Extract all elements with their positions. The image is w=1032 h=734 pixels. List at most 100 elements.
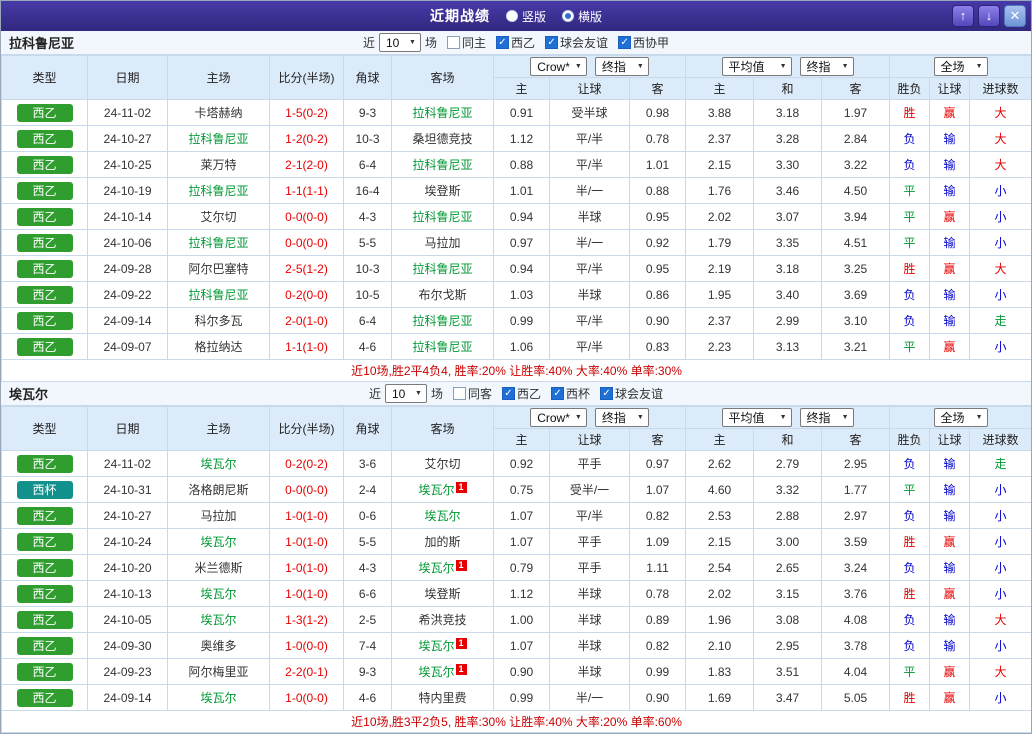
league-badge[interactable]: 西乙	[16, 558, 73, 577]
home-team-link[interactable]: 拉科鲁尼亚	[167, 125, 270, 152]
home-team-link[interactable]: 洛格朗尼斯	[167, 476, 270, 503]
close-icon[interactable]: ✕	[1004, 5, 1026, 27]
filter-copa-del-rey[interactable]: ✓ 西杯	[551, 385, 590, 402]
match-count-select[interactable]: 10 ▼	[378, 33, 421, 52]
away-team-link[interactable]: 希洪竞技	[391, 606, 494, 633]
layout-radio-horizontal[interactable]: 横版	[562, 8, 602, 25]
league-badge[interactable]: 西乙	[16, 181, 73, 200]
away-team-link[interactable]: 拉科鲁尼亚	[391, 333, 494, 360]
league-badge[interactable]: 西乙	[16, 454, 73, 473]
away-team-link[interactable]: 拉科鲁尼亚	[391, 255, 494, 282]
avg-stage-select[interactable]: 终指 ▼	[799, 57, 854, 76]
away-team-link[interactable]: 拉科鲁尼亚	[391, 307, 494, 334]
fulltime-select[interactable]: 全场 ▼	[933, 57, 988, 76]
league-badge[interactable]: 西乙	[16, 129, 73, 148]
home-team-link[interactable]: 卡塔赫纳	[167, 99, 270, 126]
home-team-link[interactable]: 米兰德斯	[167, 554, 270, 581]
col-corner: 角球	[343, 406, 392, 451]
radio-icon	[505, 10, 518, 22]
home-team-link[interactable]: 拉科鲁尼亚	[167, 229, 270, 256]
league-badge[interactable]: 西乙	[16, 103, 73, 122]
home-team-link[interactable]: 埃瓦尔	[167, 684, 270, 711]
home-team-link[interactable]: 埃瓦尔	[167, 450, 270, 477]
home-team-link[interactable]: 科尔多瓦	[167, 307, 270, 334]
home-team-link[interactable]: 拉科鲁尼亚	[167, 177, 270, 204]
away-team-link[interactable]: 加的斯	[391, 528, 494, 555]
avg-away: 4.51	[821, 229, 891, 256]
average-select[interactable]: 平均值 ▼	[721, 408, 792, 427]
fulltime-select[interactable]: 全场 ▼	[933, 408, 988, 427]
league-badge[interactable]: 西乙	[16, 688, 73, 707]
league-badge[interactable]: 西乙	[16, 155, 73, 174]
league-badge[interactable]: 西乙	[16, 610, 73, 629]
away-team-link[interactable]: 布尔戈斯	[391, 281, 494, 308]
league-badge[interactable]: 西乙	[16, 584, 73, 603]
league-badge[interactable]: 西杯	[16, 480, 73, 499]
away-team-link[interactable]: 埃登斯	[391, 177, 494, 204]
bookmaker-select[interactable]: Crow* ▼	[530, 57, 587, 76]
filter-club-friendly[interactable]: ✓ 球会友谊	[600, 385, 663, 402]
home-team-link[interactable]: 莱万特	[167, 151, 270, 178]
layout-radio-vertical[interactable]: 竖版	[505, 8, 546, 25]
filter-club-friendly[interactable]: ✓ 球会友谊	[545, 34, 608, 51]
scroll-down-button[interactable]: ↓	[978, 5, 1000, 27]
home-team-link[interactable]: 格拉纳达	[167, 333, 270, 360]
league-badge[interactable]: 西乙	[16, 662, 73, 681]
bookmaker-select[interactable]: Crow* ▼	[530, 408, 587, 427]
away-team-link[interactable]: 拉科鲁尼亚	[391, 151, 494, 178]
home-team-link[interactable]: 奥维多	[167, 632, 270, 659]
home-team-link[interactable]: 拉科鲁尼亚	[167, 281, 270, 308]
away-team-link[interactable]: 艾尔切	[391, 450, 494, 477]
scroll-up-button[interactable]: ↑	[952, 5, 974, 27]
match-row: 西乙 24-10-14 艾尔切 0-0(0-0) 4-3 拉科鲁尼亚 0.94 …	[1, 203, 1031, 230]
away-team-link[interactable]: 埃登斯	[391, 580, 494, 607]
away-team-link[interactable]: 拉科鲁尼亚	[391, 99, 494, 126]
home-team-link[interactable]: 马拉加	[167, 502, 270, 529]
match-row: 西乙 24-11-02 埃瓦尔 0-2(0-2) 3-6 艾尔切 0.92 平手…	[1, 450, 1031, 477]
filter-same-away[interactable]: ✓ 同客	[452, 385, 492, 402]
filter-primera-rfef[interactable]: ✓ 西协甲	[618, 34, 669, 51]
home-team-link[interactable]: 艾尔切	[167, 203, 270, 230]
odds-stage-select[interactable]: 终指 ▼	[594, 57, 649, 76]
corner-score: 2-5	[343, 606, 392, 633]
league-badge[interactable]: 西乙	[16, 259, 73, 278]
away-team-link[interactable]: 埃瓦尔 1	[391, 554, 494, 581]
checkbox-icon: ✓	[618, 36, 632, 49]
league-badge[interactable]: 西乙	[16, 207, 73, 226]
odds-stage-select[interactable]: 终指 ▼	[594, 408, 649, 427]
away-team-link[interactable]: 拉科鲁尼亚	[391, 203, 494, 230]
home-team-link[interactable]: 埃瓦尔	[167, 580, 270, 607]
home-team-link[interactable]: 埃瓦尔	[167, 606, 270, 633]
away-team-link[interactable]: 马拉加	[391, 229, 494, 256]
col-type: 类型	[1, 55, 88, 100]
avg-draw: 2.65	[753, 554, 823, 581]
away-team-link[interactable]: 特内里费	[391, 684, 494, 711]
chevron-down-icon: ▼	[779, 414, 787, 421]
league-badge[interactable]: 西乙	[16, 636, 73, 655]
league-cell: 西乙	[1, 554, 88, 581]
away-team-link[interactable]: 埃瓦尔 1	[391, 632, 494, 659]
filter-same-home[interactable]: ✓ 同主	[446, 34, 486, 51]
league-badge[interactable]: 西乙	[16, 311, 73, 330]
average-select[interactable]: 平均值 ▼	[721, 57, 792, 76]
league-badge[interactable]: 西乙	[16, 506, 73, 525]
result-wdl: 胜	[889, 528, 931, 555]
home-team-link[interactable]: 阿尔巴塞特	[167, 255, 270, 282]
home-team-link[interactable]: 阿尔梅里亚	[167, 658, 270, 685]
league-badge[interactable]: 西乙	[16, 532, 73, 551]
match-count-select[interactable]: 10 ▼	[384, 384, 427, 403]
home-team-link[interactable]: 埃瓦尔	[167, 528, 270, 555]
away-team-link[interactable]: 埃瓦尔 1	[391, 658, 494, 685]
away-team-link[interactable]: 埃瓦尔	[391, 502, 494, 529]
league-badge[interactable]: 西乙	[16, 285, 73, 304]
filter-league-laliga2[interactable]: ✓ 西乙	[496, 34, 535, 51]
league-badge[interactable]: 西乙	[16, 337, 73, 356]
league-badge[interactable]: 西乙	[16, 233, 73, 252]
away-team-link[interactable]: 桑坦德竞技	[391, 125, 494, 152]
filter-league-laliga2[interactable]: ✓ 西乙	[502, 385, 541, 402]
avg-away: 2.95	[821, 450, 891, 477]
col-odds-home: 主	[493, 428, 550, 451]
score: 1-0(1-0)	[269, 502, 344, 529]
avg-stage-select[interactable]: 终指 ▼	[799, 408, 854, 427]
away-team-link[interactable]: 埃瓦尔 1	[391, 476, 494, 503]
